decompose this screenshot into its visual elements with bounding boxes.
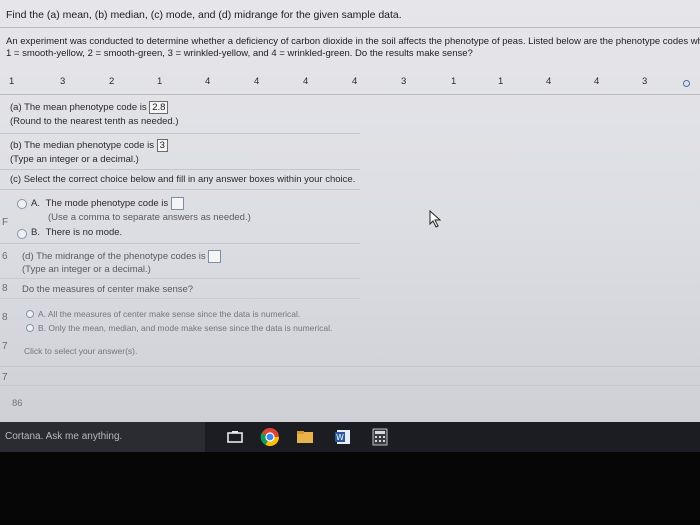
part-a-label: (a) The mean phenotype code is <box>10 102 147 113</box>
part-b-label: (b) The median phenotype code is <box>10 140 154 151</box>
cortana-search-box[interactable]: Cortana. Ask me anything. <box>0 422 205 452</box>
browser-content-area: Find the (a) mean, (b) median, (c) mode,… <box>0 0 700 422</box>
data-value: 4 <box>352 76 358 87</box>
part-d-divider <box>0 278 360 279</box>
part-a-row: (a) The mean phenotype code is 2.8 <box>10 101 169 114</box>
center-option-b-radio[interactable] <box>26 324 34 332</box>
bottom-divider <box>0 385 700 386</box>
question-prompt-line-1: An experiment was conducted to determine… <box>6 36 700 47</box>
data-value: 1 <box>9 76 15 87</box>
data-value: 4 <box>205 76 211 87</box>
left-margin-marker: F <box>2 217 9 228</box>
page-number: 86 <box>12 398 23 409</box>
data-value: 3 <box>60 76 66 87</box>
left-margin-marker: 8 <box>2 283 8 294</box>
mouse-cursor-icon <box>429 210 442 228</box>
mean-answer-box[interactable]: 2.8 <box>149 101 169 114</box>
option-b-letter: B. <box>31 227 40 238</box>
data-value: 1 <box>451 76 457 87</box>
data-value: 4 <box>303 76 309 87</box>
data-values-row: 1 3 2 1 4 4 4 4 3 1 1 4 4 3 <box>0 76 700 90</box>
more-icon[interactable] <box>683 80 690 87</box>
left-margin-marker: 7 <box>2 341 8 352</box>
left-margin-marker: 7 <box>2 372 8 383</box>
option-b-row: B. There is no mode. <box>31 227 122 238</box>
midrange-answer-box[interactable] <box>208 250 222 263</box>
calculator-icon[interactable] <box>370 427 390 447</box>
option-a-hint: (Use a comma to separate answers as need… <box>48 212 251 223</box>
option-a-row: A. The mode phenotype code is <box>31 197 184 210</box>
option-a-letter: A. <box>31 198 40 210</box>
part-d-row: (d) The midrange of the phenotype codes … <box>22 250 222 263</box>
left-margin-marker: 6 <box>2 251 8 262</box>
word-icon[interactable]: W <box>333 427 353 447</box>
footer-divider <box>0 366 700 367</box>
part-a-hint: (Round to the nearest tenth as needed.) <box>10 116 179 127</box>
part-e-question: Do the measures of center make sense? <box>22 284 194 295</box>
monitor-bezel <box>0 452 700 525</box>
option-b-radio[interactable] <box>17 229 27 239</box>
file-explorer-icon[interactable] <box>295 427 315 447</box>
part-d-hint: (Type an integer or a decimal.) <box>22 264 151 275</box>
option-b-text: There is no mode. <box>45 227 123 238</box>
part-b-row: (b) The median phenotype code is 3 <box>10 139 168 152</box>
data-value: 3 <box>642 76 648 87</box>
data-value: 4 <box>594 76 600 87</box>
median-answer-box[interactable]: 3 <box>156 139 168 152</box>
data-value: 2 <box>109 76 115 87</box>
question-prompt-line-2: 1 = smooth-yellow, 2 = smooth-green, 3 =… <box>6 48 473 59</box>
center-option-b[interactable]: B. Only the mean, median, and mode make … <box>38 323 332 333</box>
task-view-icon[interactable] <box>225 427 245 447</box>
option-a-text: The mode phenotype code is <box>45 198 169 210</box>
data-value: 4 <box>254 76 260 87</box>
option-a-radio[interactable] <box>17 199 27 209</box>
select-answer-footer: Click to select your answer(s). <box>24 346 138 356</box>
part-a-divider <box>0 133 360 134</box>
part-b-divider <box>0 169 360 170</box>
part-c-instruction: (c) Select the correct choice below and … <box>10 174 356 185</box>
svg-text:W: W <box>336 433 344 442</box>
chrome-icon[interactable] <box>260 427 280 447</box>
header-divider <box>0 27 700 28</box>
data-value: 1 <box>498 76 504 87</box>
question-header: Find the (a) mean, (b) median, (c) mode,… <box>6 9 402 21</box>
data-value: 1 <box>157 76 163 87</box>
part-d-label: (d) The midrange of the phenotype codes … <box>22 251 206 263</box>
left-margin-marker: 8 <box>2 312 8 323</box>
data-value: 4 <box>546 76 552 87</box>
part-b-hint: (Type an integer or a decimal.) <box>10 154 139 165</box>
center-option-a[interactable]: A. All the measures of center make sense… <box>38 309 300 319</box>
data-value: 3 <box>401 76 407 87</box>
center-option-a-radio[interactable] <box>26 310 34 318</box>
part-e-divider <box>0 298 360 299</box>
part-c-divider <box>0 189 360 190</box>
taskbar: Cortana. Ask me anything. W <box>0 422 700 452</box>
data-divider <box>0 94 700 95</box>
mode-answer-box[interactable] <box>170 197 184 210</box>
part-c-end-divider <box>0 243 360 244</box>
